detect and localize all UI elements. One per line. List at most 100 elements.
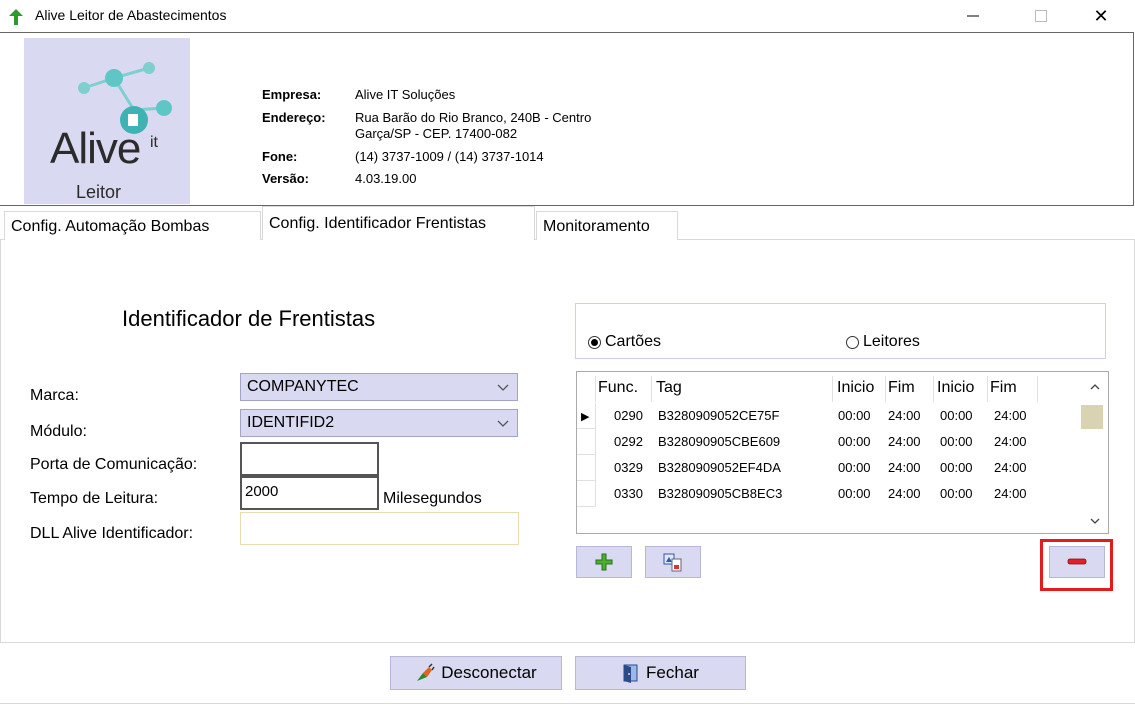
disconnect-button[interactable]: Desconectar: [390, 656, 562, 690]
tab-identificador-frentistas[interactable]: Config. Identificador Frentistas: [262, 206, 535, 240]
app-arrow-icon: [9, 9, 23, 25]
cell-func: 0290: [614, 408, 643, 423]
tempo-unit-label: Milesegundos: [383, 490, 482, 507]
current-row-icon: ▶: [581, 411, 590, 423]
close-window-button[interactable]: ✕: [1078, 0, 1124, 32]
tempo-label: Tempo de Leitura:: [30, 490, 159, 507]
cell-fim-2: 24:00: [994, 408, 1027, 423]
marca-label: Marca:: [30, 387, 79, 404]
grid-scrollbar-thumb[interactable]: [1081, 405, 1103, 429]
maximize-icon: [1035, 10, 1047, 22]
close-icon: ✕: [1093, 5, 1109, 26]
endereco-city-value: Garça/SP - CEP. 17400-082: [355, 126, 518, 141]
table-row[interactable]: 0330 B328090905CB8EC3 00:00 24:00 00:00 …: [596, 481, 1046, 507]
tempo-input[interactable]: 2000: [240, 476, 379, 510]
cell-fim: 24:00: [888, 486, 921, 501]
cell-func: 0329: [614, 460, 643, 475]
door-exit-icon: [623, 664, 638, 683]
modulo-label: Módulo:: [30, 423, 87, 440]
porta-label: Porta de Comunicação:: [30, 456, 198, 473]
tab-automacao-bombas[interactable]: Config. Automação Bombas: [4, 211, 261, 240]
modulo-value: IDENTIFID2: [247, 414, 335, 431]
chevron-down-icon: [497, 420, 509, 427]
remove-row-button[interactable]: [1049, 546, 1105, 578]
row-indicator: [577, 455, 596, 481]
plug-icon: [417, 663, 435, 681]
logo-subtitle: Leitor: [76, 182, 122, 202]
table-row[interactable]: 0290 B3280909052CE75F 00:00 24:00 00:00 …: [596, 403, 1046, 429]
cell-inicio-2: 00:00: [940, 486, 973, 501]
radio-leitores-label: Leitores: [863, 333, 920, 350]
cell-tag: B3280909052EF4DA: [658, 460, 781, 475]
scroll-up-icon[interactable]: [1085, 378, 1105, 396]
cell-tag: B328090905CB8EC3: [658, 486, 783, 501]
radio-cartoes[interactable]: Cartões: [588, 333, 661, 351]
table-row[interactable]: 0329 B3280909052EF4DA 00:00 24:00 00:00 …: [596, 455, 1046, 481]
disconnect-label: Desconectar: [441, 663, 537, 682]
cell-fim-2: 24:00: [994, 460, 1027, 475]
cell-func: 0292: [614, 434, 643, 449]
cell-inicio: 00:00: [838, 408, 871, 423]
cell-inicio-2: 00:00: [940, 408, 973, 423]
endereco-value: Rua Barão do Rio Branco, 240B - Centro: [355, 110, 592, 125]
cell-inicio: 00:00: [838, 486, 871, 501]
radio-leitores[interactable]: Leitores: [846, 333, 920, 351]
radio-unselected-icon: [846, 335, 859, 349]
cell-inicio: 00:00: [838, 434, 871, 449]
col-header-fim[interactable]: Fim: [886, 376, 934, 402]
maximize-button[interactable]: [1018, 0, 1064, 32]
logo-word: Alive: [50, 124, 141, 173]
cell-fim: 24:00: [888, 408, 921, 423]
minus-icon: [1067, 558, 1087, 565]
grid-header-corner: [577, 376, 596, 402]
table-row[interactable]: 0292 B328090905CBE609 00:00 24:00 00:00 …: [596, 429, 1046, 455]
modulo-select[interactable]: IDENTIFID2: [240, 409, 518, 437]
col-header-inicio[interactable]: Inicio: [835, 376, 886, 402]
cell-inicio-2: 00:00: [940, 460, 973, 475]
fone-label: Fone:: [262, 149, 298, 164]
porta-input[interactable]: [240, 442, 379, 476]
col-header-inicio-2[interactable]: Inicio: [935, 376, 988, 402]
empresa-label: Empresa:: [262, 87, 322, 102]
minimize-button[interactable]: [950, 0, 996, 32]
radio-cartoes-label: Cartões: [605, 333, 662, 350]
cell-fim-2: 24:00: [994, 434, 1027, 449]
minimize-icon: [967, 15, 979, 17]
add-row-button[interactable]: [576, 546, 632, 578]
versao-value: 4.03.19.00: [355, 171, 417, 186]
header-panel: Alive it Leitor Empresa: Alive IT Soluçõ…: [0, 32, 1134, 206]
cell-func: 0330: [614, 486, 643, 501]
col-header-func[interactable]: Func.: [596, 376, 652, 402]
empresa-value: Alive IT Soluções: [355, 87, 456, 102]
cell-fim: 24:00: [888, 434, 921, 449]
cell-inicio: 00:00: [838, 460, 871, 475]
chevron-down-icon: [497, 384, 509, 391]
close-app-button[interactable]: Fechar: [575, 656, 746, 690]
marca-value: COMPANYTEC: [247, 378, 359, 395]
scroll-down-icon[interactable]: [1085, 512, 1105, 530]
dll-input[interactable]: [240, 512, 519, 545]
title-bar: Alive Leitor de Abastecimentos ✕: [0, 0, 1135, 32]
versao-label: Versão:: [262, 171, 309, 186]
import-icon: [663, 553, 682, 572]
cell-tag: B3280909052CE75F: [658, 408, 780, 423]
logo-superscript: it: [150, 134, 158, 151]
col-header-tag[interactable]: Tag: [654, 376, 833, 402]
radio-selected-icon: [588, 335, 601, 349]
bottom-divider: [0, 703, 1135, 704]
close-app-label: Fechar: [646, 663, 699, 682]
plus-icon: [595, 553, 613, 571]
window-title: Alive Leitor de Abastecimentos: [35, 7, 227, 23]
dll-label: DLL Alive Identificador:: [30, 525, 194, 542]
tab-monitoramento[interactable]: Monitoramento: [536, 211, 678, 240]
endereco-label: Endereço:: [262, 110, 326, 125]
alive-logo: Alive it Leitor: [24, 38, 190, 204]
row-indicator: [577, 481, 596, 507]
cell-inicio-2: 00:00: [940, 434, 973, 449]
fone-value: (14) 3737-1009 / (14) 3737-1014: [355, 149, 544, 164]
import-button[interactable]: [645, 546, 701, 578]
col-header-fim-2[interactable]: Fim: [988, 376, 1038, 402]
marca-select[interactable]: COMPANYTEC: [240, 373, 518, 401]
row-indicator: ▶: [577, 403, 596, 429]
cell-fim: 24:00: [888, 460, 921, 475]
